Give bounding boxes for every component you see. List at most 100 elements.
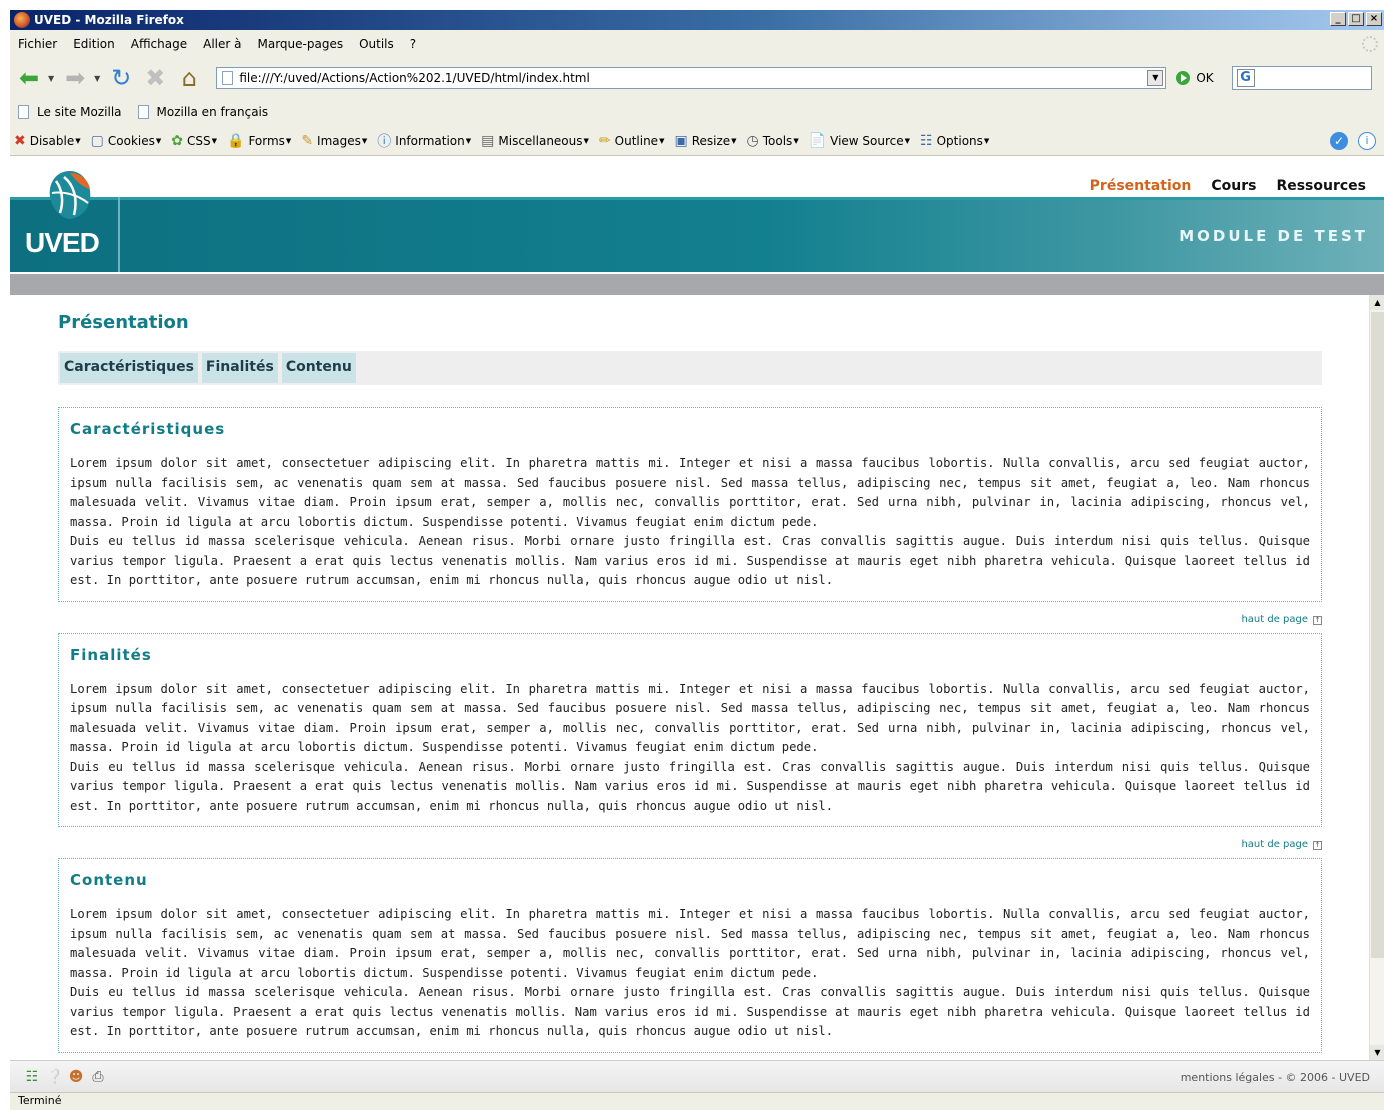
dev-information[interactable]: ⓘ Information ▼ (377, 131, 471, 151)
address-dropdown-icon[interactable]: ▼ (1147, 70, 1164, 86)
devbar-status: ✓ i (1330, 132, 1376, 150)
forms-icon: 🔒 (227, 132, 245, 149)
site-header: UVED MODULE DE TEST Présentation Cours R… (10, 157, 1384, 295)
section-title: Finalités (70, 645, 152, 664)
outline-icon: ✏ (598, 132, 611, 149)
dev-css-label: CSS (186, 133, 211, 148)
dev-miscellaneous[interactable]: ▤ Miscellaneous ▼ (481, 133, 589, 149)
home-button[interactable]: ⌂ (174, 63, 204, 93)
firefox-logo-icon (14, 12, 30, 28)
vertical-scrollbar[interactable]: ▲ ▼ (1369, 295, 1384, 1060)
dev-resize-label: Resize (691, 133, 731, 148)
scroll-down-arrow-icon[interactable]: ▼ (1370, 1045, 1384, 1060)
info-icon[interactable]: i (1358, 132, 1376, 150)
bookmark-mozilla-site[interactable]: Le site Mozilla (18, 105, 122, 119)
dev-css[interactable]: ✿ CSS ▼ (171, 133, 217, 149)
window-titlebar: UVED - Mozilla Firefox _ □ × (10, 10, 1384, 30)
scroll-up-arrow-icon[interactable]: ▲ (1370, 295, 1384, 310)
search-input[interactable]: G (1231, 66, 1372, 90)
uved-logo-text[interactable]: UVED (25, 227, 100, 259)
menu-marque-pages[interactable]: Marque-pages (250, 37, 352, 51)
dev-view-source-label: View Source (830, 133, 904, 148)
tools-icon: ◷ (746, 132, 759, 149)
status-text: Terminé (18, 1094, 62, 1107)
back-to-top-link[interactable]: haut de page ↑ (58, 614, 1322, 625)
section-finalites: Finalités Lorem ipsum dolor sit amet, co… (58, 632, 1322, 827)
address-url: file:///Y:/uved/Actions/Action%202.1/UVE… (239, 71, 590, 85)
dev-images-label: Images (317, 133, 361, 148)
dev-disable-label: Disable (29, 133, 75, 148)
tab-finalites[interactable]: Finalités (201, 353, 278, 383)
sitemap-icon[interactable]: ☷ (24, 1069, 40, 1085)
dev-information-label: Information (395, 133, 465, 148)
dropdown-icon: ▼ (285, 136, 292, 145)
menu-outils[interactable]: Outils (351, 37, 402, 51)
menu-help[interactable]: ? (402, 37, 424, 51)
nav-ressources[interactable]: Ressources (1276, 178, 1366, 194)
bookmark-label: Mozilla en français (156, 105, 269, 119)
back-button[interactable]: ⬅ (14, 63, 44, 93)
css-icon: ✿ (171, 132, 183, 149)
reload-button[interactable]: ↻ (106, 63, 136, 93)
dev-outline[interactable]: ✏ Outline ▼ (599, 133, 665, 149)
minimize-button[interactable]: _ (1330, 12, 1346, 26)
dropdown-icon: ▼ (155, 136, 162, 145)
section-paragraph: Duis eu tellus id massa scelerisque vehi… (70, 985, 1310, 1038)
nav-cours[interactable]: Cours (1211, 178, 1256, 194)
throbber-icon (1362, 36, 1378, 52)
top-navigation: Présentation Cours Ressources (1090, 178, 1366, 194)
module-title: MODULE DE TEST (1179, 227, 1368, 245)
print-icon[interactable]: ⎙ (90, 1069, 106, 1085)
dev-options[interactable]: ☷ Options ▼ (920, 133, 989, 149)
bookmark-mozilla-fr[interactable]: Mozilla en français (137, 105, 269, 119)
dropdown-icon: ▼ (583, 136, 589, 145)
go-button[interactable]: OK (1176, 71, 1214, 85)
back-history-dropdown-icon[interactable]: ▼ (48, 74, 54, 83)
stop-button[interactable]: ✖ (140, 63, 170, 93)
window-controls: _ □ × (1330, 12, 1382, 26)
nav-presentation[interactable]: Présentation (1090, 178, 1192, 194)
header-stripe (10, 197, 1384, 200)
dropdown-icon: ▼ (361, 136, 368, 145)
dev-forms[interactable]: 🔒 Forms ▼ (227, 133, 291, 149)
menu-edition[interactable]: Edition (65, 37, 123, 51)
forward-history-dropdown-icon[interactable]: ▼ (94, 74, 100, 83)
section-paragraph: Lorem ipsum dolor sit amet, consectetuer… (70, 907, 1310, 980)
section-title: Caractéristiques (70, 420, 226, 438)
close-button[interactable]: × (1366, 12, 1382, 26)
menu-aller[interactable]: Aller à (195, 37, 249, 51)
dev-images[interactable]: ✎ Images ▼ (301, 133, 367, 149)
tab-caracteristiques[interactable]: Caractéristiques (60, 353, 198, 383)
arrow-up-icon: ↑ (1313, 615, 1322, 625)
address-bar[interactable]: file:///Y:/uved/Actions/Action%202.1/UVE… (216, 67, 1167, 89)
uved-globe-logo-icon (49, 171, 91, 219)
dev-cookies-label: Cookies (107, 133, 155, 148)
disable-icon: ✖ (14, 132, 26, 149)
dev-view-source[interactable]: 📄 View Source ▼ (809, 133, 910, 149)
maximize-button[interactable]: □ (1348, 12, 1364, 26)
dropdown-icon: ▼ (983, 136, 990, 145)
dropdown-icon: ▼ (465, 136, 472, 145)
dev-options-label: Options (936, 133, 983, 148)
menu-fichier[interactable]: Fichier (10, 37, 65, 51)
legal-mentions[interactable]: mentions légales - © 2006 - UVED (1181, 1071, 1370, 1084)
back-to-top-link[interactable]: haut de page ↑ (58, 839, 1322, 850)
user-icon[interactable]: ☻ (68, 1069, 84, 1085)
dev-tools[interactable]: ◷ Tools ▼ (747, 133, 799, 149)
dev-resize[interactable]: ▣ Resize ▼ (674, 133, 736, 149)
scrollbar-thumb[interactable] (1371, 312, 1384, 958)
back-to-top-label[interactable]: haut de page (1241, 614, 1308, 625)
dev-cookies[interactable]: ▢ Cookies ▼ (91, 133, 162, 149)
dev-disable[interactable]: ✖ Disable ▼ (14, 133, 81, 149)
help-icon[interactable]: ❔ (46, 1069, 63, 1085)
menu-affichage[interactable]: Affichage (123, 37, 195, 51)
menu-bar: Fichier Edition Affichage Aller à Marque… (10, 30, 1384, 58)
forward-button[interactable]: ➡ (60, 63, 90, 93)
tab-contenu[interactable]: Contenu (281, 353, 356, 383)
navigation-toolbar: ⬅ ▼ ➡ ▼ ↻ ✖ ⌂ file:///Y:/uved/Actions/Ac… (10, 58, 1384, 98)
back-to-top-label[interactable]: haut de page (1241, 839, 1308, 850)
images-icon: ✎ (301, 132, 314, 149)
footer-icons: ☷ ❔ ☻ ⎙ (24, 1069, 106, 1085)
validation-ok-icon[interactable]: ✓ (1330, 132, 1348, 150)
dropdown-icon: ▼ (731, 136, 737, 145)
